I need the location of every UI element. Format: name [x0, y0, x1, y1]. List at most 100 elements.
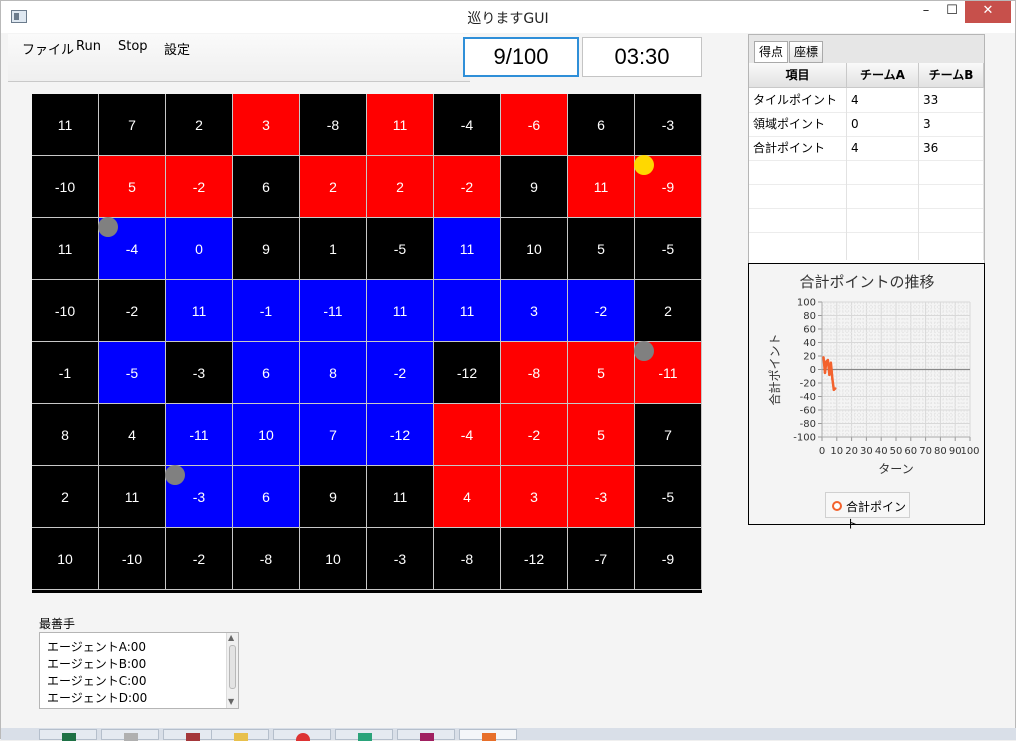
board-cell[interactable]: 9 [501, 156, 568, 218]
board-cell[interactable]: -11 [300, 280, 367, 342]
board-cell[interactable]: 11 [99, 466, 166, 528]
board-cell[interactable]: -1 [233, 280, 300, 342]
board-cell[interactable]: -7 [568, 528, 635, 590]
tab-score[interactable]: 得点 [754, 41, 789, 63]
board-cell[interactable]: 8 [300, 342, 367, 404]
board-cell[interactable]: 9 [300, 466, 367, 528]
board-cell[interactable]: 3 [501, 280, 568, 342]
taskbar-app-button[interactable] [335, 729, 393, 741]
board-cell[interactable]: 2 [300, 156, 367, 218]
board-cell[interactable]: -12 [367, 404, 434, 466]
board-cell[interactable]: 11 [32, 94, 99, 156]
taskbar-app-button[interactable] [459, 729, 517, 741]
taskbar-app-button[interactable] [101, 729, 159, 741]
taskbar-app-button[interactable] [39, 729, 97, 741]
board-cell[interactable]: 10 [32, 528, 99, 590]
column-header-team-b[interactable]: チームB [919, 63, 984, 88]
board-cell[interactable]: -5 [635, 218, 702, 280]
board-cell[interactable]: 3 [233, 94, 300, 156]
board-cell[interactable]: -12 [501, 528, 568, 590]
board-cell[interactable]: 4 [99, 404, 166, 466]
taskbar-app-button[interactable] [273, 729, 331, 741]
board-cell[interactable]: 0 [166, 218, 233, 280]
board-cell[interactable]: -12 [434, 342, 501, 404]
column-header-team-a[interactable]: チームA [847, 63, 919, 88]
board-cell[interactable]: -9 [635, 528, 702, 590]
board-cell[interactable]: -3 [166, 342, 233, 404]
board-cell[interactable]: -3 [568, 466, 635, 528]
menu-run[interactable]: Run [72, 39, 105, 54]
board-cell[interactable]: -2 [166, 156, 233, 218]
agent-marker[interactable] [634, 155, 654, 175]
board-cell[interactable]: -5 [99, 342, 166, 404]
board-cell[interactable]: -4 [434, 404, 501, 466]
board-cell[interactable]: -3 [635, 94, 702, 156]
board-cell[interactable]: -3 [367, 528, 434, 590]
board-cell[interactable]: 10 [300, 528, 367, 590]
board-cell[interactable]: 11 [434, 218, 501, 280]
board-cell[interactable]: 1 [300, 218, 367, 280]
board-cell[interactable]: -2 [99, 280, 166, 342]
scroll-thumb[interactable] [229, 645, 236, 689]
best-moves-scrollbar[interactable]: ▲ ▼ [226, 633, 238, 708]
scroll-down-icon[interactable]: ▼ [228, 697, 234, 706]
board-cell[interactable]: 11 [434, 280, 501, 342]
taskbar-app-button[interactable] [397, 729, 455, 741]
board-cell[interactable]: 10 [233, 404, 300, 466]
column-header-item[interactable]: 項目 [749, 63, 847, 88]
board-cell[interactable]: -10 [32, 280, 99, 342]
board-cell[interactable]: 6 [233, 466, 300, 528]
close-button[interactable]: ✕ [965, 1, 1011, 23]
board-cell[interactable]: -2 [434, 156, 501, 218]
menu-file[interactable]: ファイル [18, 39, 78, 58]
board-cell[interactable]: 9 [233, 218, 300, 280]
board-cell[interactable]: -2 [568, 280, 635, 342]
tab-coordinates[interactable]: 座標 [789, 41, 824, 63]
board-cell[interactable]: 7 [300, 404, 367, 466]
board-cell[interactable]: 2 [32, 466, 99, 528]
maximize-button[interactable]: ☐ [939, 1, 965, 23]
board-cell[interactable]: 6 [568, 94, 635, 156]
board-cell[interactable]: -11 [166, 404, 233, 466]
board-cell[interactable]: 11 [367, 94, 434, 156]
board-cell[interactable]: 7 [99, 94, 166, 156]
board-cell[interactable]: -8 [233, 528, 300, 590]
board-cell[interactable]: -8 [501, 342, 568, 404]
board-cell[interactable]: 11 [166, 280, 233, 342]
board-cell[interactable]: 6 [233, 156, 300, 218]
board-cell[interactable]: -2 [367, 342, 434, 404]
board-cell[interactable]: -8 [434, 528, 501, 590]
board-cell[interactable]: 5 [568, 404, 635, 466]
board-cell[interactable]: 2 [367, 156, 434, 218]
board-cell[interactable]: 8 [32, 404, 99, 466]
menu-settings[interactable]: 設定 [160, 39, 194, 58]
board-cell[interactable]: 5 [568, 342, 635, 404]
best-moves-list[interactable]: エージェントA:00 エージェントB:00 エージェントC:00 エージェントD… [39, 632, 239, 709]
board-cell[interactable]: 5 [99, 156, 166, 218]
minimize-button[interactable]: – [913, 1, 939, 23]
board-cell[interactable]: 11 [32, 218, 99, 280]
agent-marker[interactable] [165, 465, 185, 485]
board-cell[interactable]: -1 [32, 342, 99, 404]
scroll-up-icon[interactable]: ▲ [228, 633, 234, 642]
board-cell[interactable]: 11 [367, 280, 434, 342]
board-cell[interactable]: 3 [501, 466, 568, 528]
board-cell[interactable]: -2 [166, 528, 233, 590]
agent-marker[interactable] [98, 217, 118, 237]
board-cell[interactable]: -2 [501, 404, 568, 466]
board-cell[interactable]: -6 [501, 94, 568, 156]
board-cell[interactable]: 7 [635, 404, 702, 466]
board-cell[interactable]: -5 [367, 218, 434, 280]
board-cell[interactable]: 10 [501, 218, 568, 280]
board-cell[interactable]: -10 [32, 156, 99, 218]
menu-stop[interactable]: Stop [114, 39, 152, 54]
agent-marker[interactable] [634, 341, 654, 361]
board-cell[interactable]: 11 [367, 466, 434, 528]
board-cell[interactable]: 4 [434, 466, 501, 528]
board-cell[interactable]: 5 [568, 218, 635, 280]
board-cell[interactable]: -8 [300, 94, 367, 156]
board-cell[interactable]: 2 [166, 94, 233, 156]
board-cell[interactable]: -4 [434, 94, 501, 156]
board-cell[interactable]: 2 [635, 280, 702, 342]
board-cell[interactable]: 11 [568, 156, 635, 218]
